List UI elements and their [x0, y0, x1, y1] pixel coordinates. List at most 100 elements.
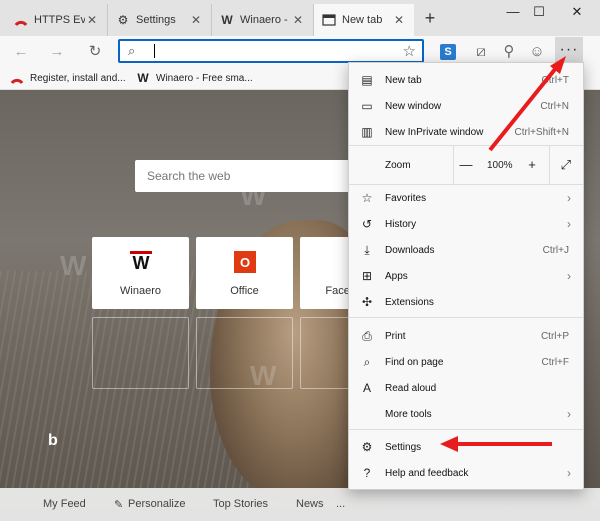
zoom-out-button[interactable]: —	[459, 157, 473, 172]
tile-label: Winaero	[120, 285, 161, 297]
menu-item-favorites[interactable]: ☆ Favorites ›	[349, 185, 583, 211]
menu-label: Find on page	[385, 356, 444, 368]
chevron-right-icon: ›	[567, 217, 571, 231]
winaero-w-icon: W	[137, 71, 149, 85]
nav-news[interactable]: News	[296, 498, 324, 510]
close-icon[interactable]: ✕	[291, 13, 305, 27]
settings-and-more-menu: ▤ New tab Ctrl+T ▭ New window Ctrl+N ▥ N…	[348, 62, 584, 490]
help-icon: ?	[363, 466, 371, 480]
menu-item-more-tools[interactable]: More tools ›	[349, 401, 583, 427]
menu-item-history[interactable]: ↺ History ›	[349, 211, 583, 237]
chevron-right-icon: ›	[567, 407, 571, 421]
menu-label: Favorites	[385, 192, 427, 204]
menu-shortcut: Ctrl+J	[542, 244, 569, 256]
search-icon: ⌕	[128, 43, 136, 58]
tab-label: New tab	[342, 14, 383, 26]
reading-view-icon[interactable]: ⧄	[470, 41, 492, 63]
tab-https-everywhere[interactable]: HTTPS Eve ✕	[6, 4, 108, 36]
menu-zoom-row: Zoom — 100% + ⤢	[349, 146, 583, 184]
new-tab-icon: ▤	[361, 73, 373, 87]
menu-item-settings[interactable]: ⚙ Settings	[349, 434, 583, 460]
red-arc-icon	[14, 13, 28, 27]
zoom-value: 100%	[487, 159, 513, 171]
close-icon[interactable]: ✕	[189, 13, 203, 27]
menu-separator	[349, 317, 583, 318]
menu-item-read-aloud[interactable]: A Read aloud	[349, 375, 583, 401]
menu-item-apps[interactable]: ⊞ Apps ›	[349, 263, 583, 289]
search-web-input[interactable]: Search the web	[135, 160, 365, 192]
zoom-label: Zoom	[385, 159, 411, 171]
settings-and-more-button[interactable]: ···	[555, 37, 583, 65]
menu-label: Print	[385, 330, 406, 342]
menu-label: More tools	[385, 408, 432, 420]
empty-tile-slot[interactable]	[196, 317, 293, 389]
favorite-label: Register, install and...	[30, 72, 126, 84]
nav-personalize[interactable]: Personalize	[128, 498, 185, 510]
tab-strip: HTTPS Eve ✕ ⚙ Settings ✕ W Winaero - I ✕…	[0, 0, 600, 36]
tab-winaero[interactable]: W Winaero - I ✕	[212, 4, 314, 36]
back-button[interactable]: ←	[10, 41, 32, 63]
menu-item-print[interactable]: ⎙ Print Ctrl+P	[349, 323, 583, 349]
zoom-in-button[interactable]: +	[525, 157, 539, 172]
menu-label: Read aloud	[385, 382, 437, 394]
favorite-label: Winaero - Free sma...	[156, 72, 253, 84]
inprivate-icon: ▥	[361, 125, 373, 139]
search-placeholder: Search the web	[147, 169, 231, 183]
menu-item-new-tab[interactable]: ▤ New tab Ctrl+T	[349, 67, 583, 93]
top-site-tile-office[interactable]: O Office	[196, 237, 293, 309]
menu-item-help-and-feedback[interactable]: ? Help and feedback ›	[349, 460, 583, 486]
menu-item-downloads[interactable]: ⤓ Downloads Ctrl+J	[349, 237, 583, 263]
close-window-button[interactable]: ✕	[554, 0, 600, 24]
chevron-right-icon: ›	[567, 269, 571, 283]
zoom-divider	[453, 146, 454, 184]
red-arc-icon	[10, 71, 24, 85]
refresh-button[interactable]: ↻	[84, 41, 106, 63]
menu-separator	[349, 429, 583, 430]
favorite-star-icon[interactable]: ☆	[403, 42, 416, 60]
menu-label: New window	[385, 100, 442, 112]
tab-label: Winaero - I	[240, 14, 291, 26]
menu-shortcut: Ctrl+N	[540, 100, 569, 112]
fullscreen-icon[interactable]: ⤢	[561, 157, 571, 173]
winaero-w-icon: W	[130, 251, 152, 273]
profile-icon[interactable]: ⚲	[498, 41, 520, 63]
menu-item-new-inprivate-window[interactable]: ▥ New InPrivate window Ctrl+Shift+N	[349, 119, 583, 145]
find-page-icon: ⌕	[363, 354, 371, 369]
pencil-icon: ✎	[114, 499, 124, 511]
menu-label: Downloads	[385, 244, 435, 256]
address-bar[interactable]: ⌕ ☆	[118, 39, 424, 63]
menu-label: History	[385, 218, 417, 230]
menu-item-find-on-page[interactable]: ⌕ Find on page Ctrl+F	[349, 349, 583, 375]
menu-label: New InPrivate window	[385, 126, 484, 138]
tab-label: HTTPS Eve	[34, 14, 85, 26]
printer-icon: ⎙	[362, 328, 372, 343]
extension-button[interactable]: S	[440, 44, 456, 60]
close-icon[interactable]: ✕	[85, 13, 99, 27]
empty-tile-slot[interactable]	[92, 317, 189, 389]
download-icon: ⤓	[364, 242, 370, 257]
menu-shortcut: Ctrl+P	[540, 330, 569, 342]
history-icon: ↺	[361, 217, 373, 231]
read-aloud-icon: A	[362, 381, 371, 395]
feedback-smiley-icon[interactable]: ☺	[526, 41, 548, 63]
nav-more[interactable]: ...	[336, 498, 345, 510]
menu-item-extensions[interactable]: ✣ Extensions	[349, 289, 583, 315]
top-site-tile-winaero[interactable]: W Winaero	[92, 237, 189, 309]
nav-my-feed[interactable]: My Feed	[43, 498, 86, 510]
new-tab-plus-button[interactable]: +	[420, 9, 440, 29]
menu-shortcut: Ctrl+F	[541, 356, 570, 368]
puzzle-icon: ✣	[361, 295, 373, 309]
menu-label: Help and feedback	[385, 467, 469, 479]
favorite-item[interactable]: W Winaero - Free sma...	[136, 71, 253, 85]
close-icon[interactable]: ✕	[392, 13, 406, 27]
forward-button[interactable]: →	[46, 41, 68, 63]
menu-item-new-window[interactable]: ▭ New window Ctrl+N	[349, 93, 583, 119]
new-tab-icon	[322, 13, 336, 27]
menu-shortcut: Ctrl+Shift+N	[514, 126, 569, 138]
tab-settings[interactable]: ⚙ Settings ✕	[108, 4, 212, 36]
news-nav-bar: My Feed ✎ Personalize Top Stories News .…	[0, 488, 600, 521]
nav-top-stories[interactable]: Top Stories	[213, 498, 268, 510]
favorite-item[interactable]: Register, install and...	[10, 71, 126, 85]
menu-shortcut: Ctrl+T	[541, 74, 570, 86]
tab-new-tab[interactable]: New tab ✕	[314, 4, 414, 36]
